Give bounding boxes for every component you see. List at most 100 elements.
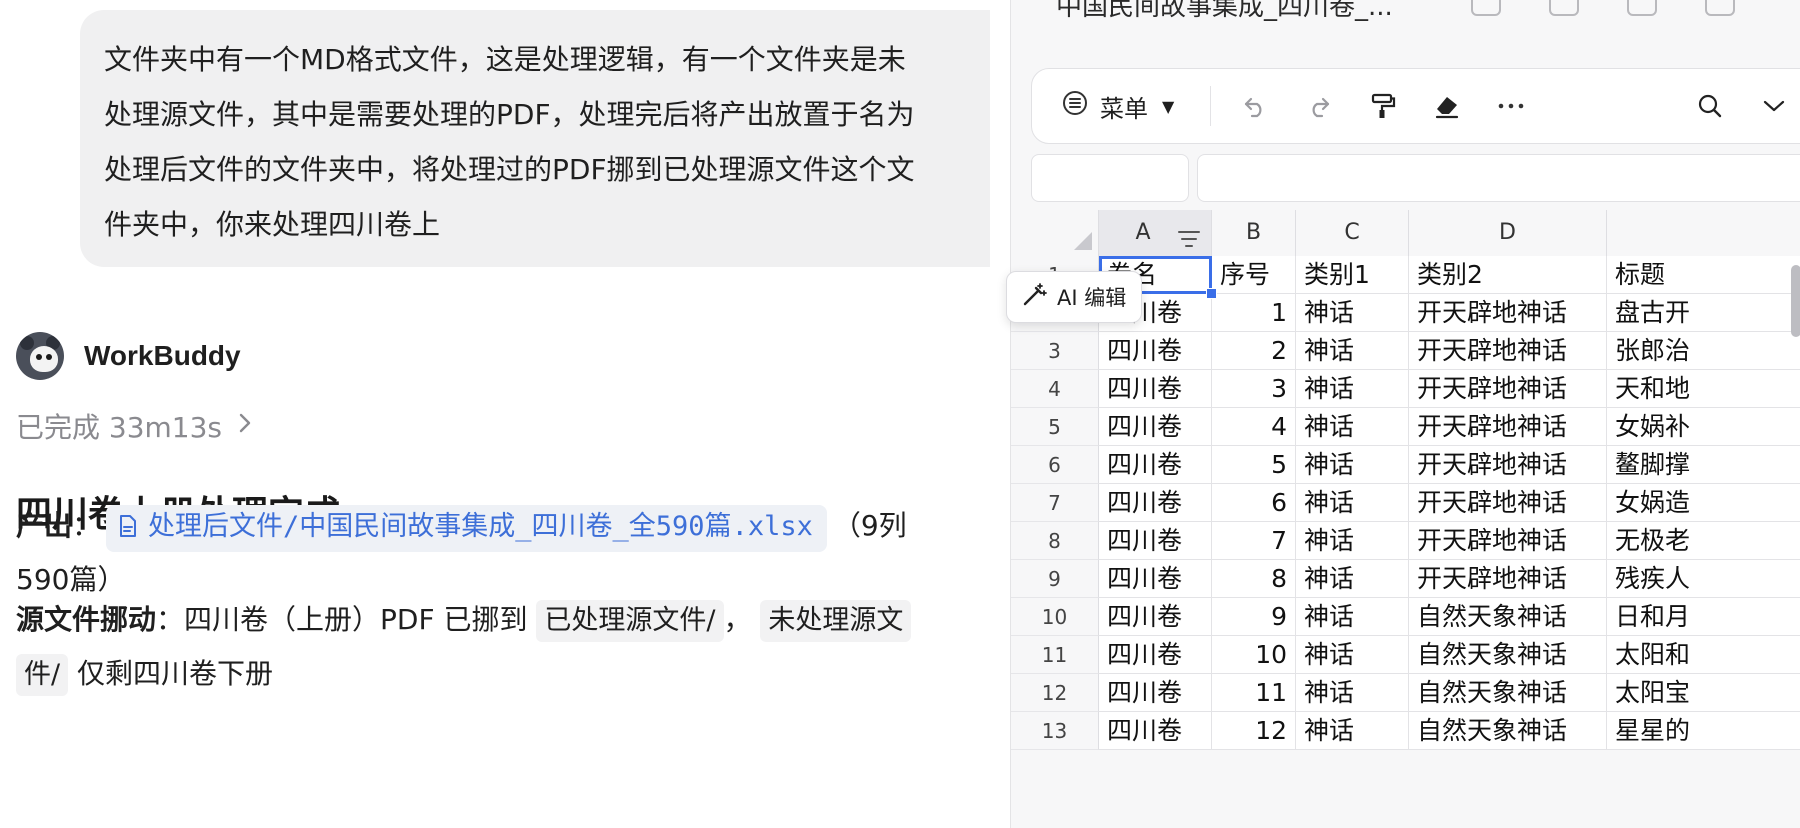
cell-e[interactable]: 无极老 — [1607, 522, 1800, 560]
cell-a[interactable]: 四川卷 — [1099, 484, 1212, 522]
cell-c[interactable]: 神话 — [1296, 446, 1409, 484]
more-options-icon[interactable] — [1493, 88, 1529, 124]
cell-e[interactable]: 太阳和 — [1607, 636, 1800, 674]
cell-b[interactable]: 2 — [1212, 332, 1296, 370]
cell-b[interactable]: 12 — [1212, 712, 1296, 750]
fill-handle[interactable] — [1206, 288, 1217, 299]
cell-e[interactable]: 天和地 — [1607, 370, 1800, 408]
row-number[interactable]: 4 — [1011, 370, 1099, 408]
undo-icon[interactable] — [1237, 88, 1273, 124]
column-header-b[interactable]: B — [1212, 210, 1296, 256]
cell-e[interactable]: 女娲补 — [1607, 408, 1800, 446]
cell-e[interactable]: 女娲造 — [1607, 484, 1800, 522]
menu-button[interactable]: 菜单 ▼ — [1062, 89, 1174, 124]
cell-d[interactable]: 开天辟地神话 — [1409, 408, 1607, 446]
cell-e[interactable]: 张郎治 — [1607, 332, 1800, 370]
cell-d[interactable]: 开天辟地神话 — [1409, 370, 1607, 408]
cell-c[interactable]: 神话 — [1296, 636, 1409, 674]
cell-d[interactable]: 自然天象神话 — [1409, 636, 1607, 674]
cell-a[interactable]: 四川卷 — [1099, 332, 1212, 370]
cell-b[interactable]: 9 — [1212, 598, 1296, 636]
cell-d[interactable]: 开天辟地神话 — [1409, 484, 1607, 522]
share-icon[interactable] — [1471, 0, 1501, 16]
cell-a[interactable]: 四川卷 — [1099, 636, 1212, 674]
cell-c[interactable]: 神话 — [1296, 408, 1409, 446]
cell-c[interactable]: 神话 — [1296, 522, 1409, 560]
formula-bar[interactable] — [1197, 154, 1800, 202]
cell-c[interactable]: 神话 — [1296, 294, 1409, 332]
row-number[interactable]: 6 — [1011, 446, 1099, 484]
row-number[interactable]: 10 — [1011, 598, 1099, 636]
cell-b[interactable]: 11 — [1212, 674, 1296, 712]
redo-icon[interactable] — [1301, 88, 1337, 124]
cell-a[interactable]: 四川卷 — [1099, 446, 1212, 484]
cell-b[interactable]: 10 — [1212, 636, 1296, 674]
cell-a[interactable]: 四川卷 — [1099, 598, 1212, 636]
name-box[interactable] — [1031, 154, 1189, 202]
cell-c[interactable]: 神话 — [1296, 560, 1409, 598]
search-icon[interactable] — [1692, 88, 1728, 124]
cell-e[interactable]: 鳌脚撑 — [1607, 446, 1800, 484]
cell-e[interactable]: 盘古开 — [1607, 294, 1800, 332]
cell-b[interactable]: 6 — [1212, 484, 1296, 522]
cell-a[interactable]: 四川卷 — [1099, 522, 1212, 560]
cell-c[interactable]: 神话 — [1296, 712, 1409, 750]
comment-icon[interactable] — [1627, 0, 1657, 16]
column-header-d[interactable]: D — [1409, 210, 1607, 256]
cell-e[interactable]: 日和月 — [1607, 598, 1800, 636]
cell-d[interactable]: 自然天象神话 — [1409, 598, 1607, 636]
task-status[interactable]: 已完成 33m13s — [16, 406, 252, 446]
chevron-down-icon[interactable] — [1756, 88, 1792, 124]
row-number[interactable]: 5 — [1011, 408, 1099, 446]
cell-a[interactable]: 四川卷 — [1099, 560, 1212, 598]
column-header-e[interactable] — [1607, 210, 1800, 256]
cell-e[interactable]: 星星的 — [1607, 712, 1800, 750]
output-file-link[interactable]: 处理后文件/中国民间故事集成_四川卷_全590篇.xlsx — [106, 505, 827, 552]
eraser-icon[interactable] — [1429, 88, 1465, 124]
cell-d[interactable]: 开天辟地神话 — [1409, 560, 1607, 598]
row-number[interactable]: 9 — [1011, 560, 1099, 598]
format-painter-icon[interactable] — [1365, 88, 1401, 124]
cell-b[interactable]: 1 — [1212, 294, 1296, 332]
cell-b[interactable]: 5 — [1212, 446, 1296, 484]
cell-d[interactable]: 类别2 — [1409, 256, 1607, 294]
cell-b[interactable]: 8 — [1212, 560, 1296, 598]
ai-edit-button[interactable]: AI 编辑 — [1006, 271, 1142, 323]
cell-c[interactable]: 类别1 — [1296, 256, 1409, 294]
cell-d[interactable]: 开天辟地神话 — [1409, 294, 1607, 332]
row-number[interactable]: 11 — [1011, 636, 1099, 674]
row-number[interactable]: 13 — [1011, 712, 1099, 750]
cell-d[interactable]: 自然天象神话 — [1409, 712, 1607, 750]
row-number[interactable]: 3 — [1011, 332, 1099, 370]
select-all-corner[interactable] — [1011, 210, 1099, 256]
cell-d[interactable]: 自然天象神话 — [1409, 674, 1607, 712]
row-number[interactable]: 12 — [1011, 674, 1099, 712]
cell-c[interactable]: 神话 — [1296, 370, 1409, 408]
cell-c[interactable]: 神话 — [1296, 598, 1409, 636]
menu-label: 菜单 — [1100, 94, 1148, 123]
row-number[interactable]: 7 — [1011, 484, 1099, 522]
history-icon[interactable] — [1549, 0, 1579, 16]
cell-b[interactable]: 4 — [1212, 408, 1296, 446]
cell-b[interactable]: 序号 — [1212, 256, 1296, 294]
row-number[interactable]: 8 — [1011, 522, 1099, 560]
cell-a[interactable]: 四川卷 — [1099, 712, 1212, 750]
cell-d[interactable]: 开天辟地神话 — [1409, 522, 1607, 560]
cell-e[interactable]: 太阳宝 — [1607, 674, 1800, 712]
more-icon[interactable] — [1705, 0, 1735, 16]
column-header-c[interactable]: C — [1296, 210, 1409, 256]
cell-b[interactable]: 3 — [1212, 370, 1296, 408]
cell-a[interactable]: 四川卷 — [1099, 408, 1212, 446]
cell-e[interactable]: 残疾人 — [1607, 560, 1800, 598]
column-header-a[interactable]: A — [1099, 210, 1212, 256]
cell-c[interactable]: 神话 — [1296, 674, 1409, 712]
cell-a[interactable]: 四川卷 — [1099, 370, 1212, 408]
cell-d[interactable]: 开天辟地神话 — [1409, 332, 1607, 370]
cell-c[interactable]: 神话 — [1296, 332, 1409, 370]
vertical-scrollbar[interactable] — [1791, 265, 1800, 337]
cell-a[interactable]: 四川卷 — [1099, 674, 1212, 712]
cell-b[interactable]: 7 — [1212, 522, 1296, 560]
cell-c[interactable]: 神话 — [1296, 484, 1409, 522]
cell-d[interactable]: 开天辟地神话 — [1409, 446, 1607, 484]
cell-e[interactable]: 标题 — [1607, 256, 1800, 294]
